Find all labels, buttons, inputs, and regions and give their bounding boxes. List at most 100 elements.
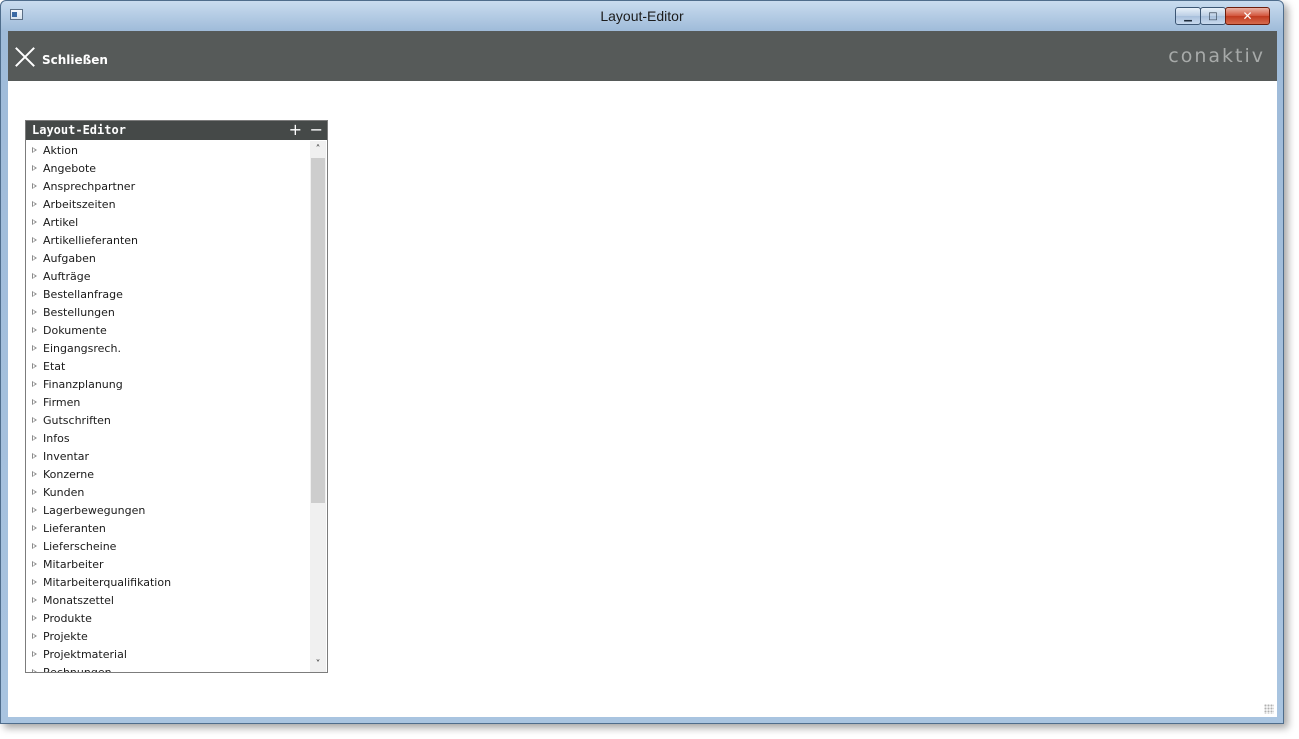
tree-item-label: Konzerne xyxy=(43,467,94,481)
tree-item-label: Gutschriften xyxy=(43,413,111,427)
brand-logo: conaktiv xyxy=(1168,45,1265,67)
tree-item[interactable]: Aufträge xyxy=(27,267,310,285)
triangle-right-icon[interactable] xyxy=(32,219,37,225)
tree-item[interactable]: Aktion xyxy=(27,141,310,159)
triangle-right-icon[interactable] xyxy=(32,147,37,153)
tree-item[interactable]: Finanzplanung xyxy=(27,375,310,393)
tree-item-label: Infos xyxy=(43,431,70,445)
tree-item[interactable]: Inventar xyxy=(27,447,310,465)
close-editor-button[interactable]: Schließen xyxy=(14,43,108,71)
tree-item[interactable]: Bestellanfrage xyxy=(27,285,310,303)
toolbar: Schließen conaktiv xyxy=(8,31,1277,81)
tree-item-label: Aufgaben xyxy=(43,251,96,265)
tree-item[interactable]: Etat xyxy=(27,357,310,375)
window-close-button[interactable]: ✕ xyxy=(1225,7,1270,25)
triangle-right-icon[interactable] xyxy=(32,201,37,207)
tree-item[interactable]: Monatszettel xyxy=(27,591,310,609)
tree-item-label: Projektmaterial xyxy=(43,647,127,661)
minimize-button[interactable]: ▁ xyxy=(1175,7,1201,25)
triangle-right-icon[interactable] xyxy=(32,291,37,297)
scroll-down-button[interactable]: ˅ xyxy=(310,656,326,672)
tree-item[interactable]: Dokumente xyxy=(27,321,310,339)
tree-scrollbar[interactable]: ˄ ˅ xyxy=(310,141,326,672)
chevron-down-icon: ˅ xyxy=(315,658,321,670)
tree-item[interactable]: Ansprechpartner xyxy=(27,177,310,195)
layout-editor-panel: Layout-Editor + − Aktion Angebote Ansprech… xyxy=(25,120,328,673)
triangle-right-icon[interactable] xyxy=(32,471,37,477)
tree-item[interactable]: Kunden xyxy=(27,483,310,501)
window-title: Layout-Editor xyxy=(600,8,684,24)
tree-item-label: Arbeitszeiten xyxy=(43,197,116,211)
tree-item[interactable]: Lieferanten xyxy=(27,519,310,537)
tree-item[interactable]: Mitarbeiterqualifikation xyxy=(27,573,310,591)
triangle-right-icon[interactable] xyxy=(32,669,37,672)
tree-item-label: Lagerbewegungen xyxy=(43,503,146,517)
triangle-right-icon[interactable] xyxy=(32,165,37,171)
triangle-right-icon[interactable] xyxy=(32,615,37,621)
expand-all-button[interactable]: + xyxy=(289,120,302,139)
triangle-right-icon[interactable] xyxy=(32,255,37,261)
tree-item-label: Aktion xyxy=(43,143,78,157)
tree-item[interactable]: Rechnungen xyxy=(27,663,310,672)
tree-item[interactable]: Projekte xyxy=(27,627,310,645)
tree-item-label: Bestellungen xyxy=(43,305,115,319)
tree-item[interactable]: Artikel xyxy=(27,213,310,231)
triangle-right-icon[interactable] xyxy=(32,273,37,279)
triangle-right-icon[interactable] xyxy=(32,579,37,585)
scroll-thumb[interactable] xyxy=(311,158,325,503)
tree-item[interactable]: Angebote xyxy=(27,159,310,177)
tree-item[interactable]: Produkte xyxy=(27,609,310,627)
triangle-right-icon[interactable] xyxy=(32,597,37,603)
tree-item[interactable]: Lieferscheine xyxy=(27,537,310,555)
triangle-right-icon[interactable] xyxy=(32,183,37,189)
triangle-right-icon[interactable] xyxy=(32,489,37,495)
triangle-right-icon[interactable] xyxy=(32,633,37,639)
triangle-right-icon[interactable] xyxy=(32,453,37,459)
tree-item-label: Rechnungen xyxy=(43,665,112,673)
tree-item[interactable]: Firmen xyxy=(27,393,310,411)
tree-item[interactable]: Gutschriften xyxy=(27,411,310,429)
maximize-button[interactable]: □ xyxy=(1200,7,1226,25)
triangle-right-icon[interactable] xyxy=(32,543,37,549)
tree-item[interactable]: Lagerbewegungen xyxy=(27,501,310,519)
close-x-icon xyxy=(14,46,36,68)
scroll-up-button[interactable]: ˄ xyxy=(310,141,326,157)
minimize-icon: ▁ xyxy=(1184,10,1192,22)
tree-item[interactable]: Artikellieferanten xyxy=(27,231,310,249)
triangle-right-icon[interactable] xyxy=(32,525,37,531)
tree-item-label: Finanzplanung xyxy=(43,377,123,391)
triangle-right-icon[interactable] xyxy=(32,327,37,333)
tree-item[interactable]: Aufgaben xyxy=(27,249,310,267)
title-bar[interactable]: Layout-Editor ▁ □ ✕ xyxy=(1,1,1283,31)
entity-tree[interactable]: Aktion Angebote Ansprechpartner Arbeitszeit… xyxy=(27,141,310,672)
tree-item-label: Kunden xyxy=(43,485,85,499)
triangle-right-icon[interactable] xyxy=(32,417,37,423)
tree-item-label: Lieferanten xyxy=(43,521,106,535)
tree-item-label: Produkte xyxy=(43,611,92,625)
tree-item[interactable]: Mitarbeiter xyxy=(27,555,310,573)
panel-title: Layout-Editor xyxy=(32,123,126,137)
triangle-right-icon[interactable] xyxy=(32,435,37,441)
triangle-right-icon[interactable] xyxy=(32,381,37,387)
triangle-right-icon[interactable] xyxy=(32,309,37,315)
tree-item[interactable]: Infos xyxy=(27,429,310,447)
triangle-right-icon[interactable] xyxy=(32,363,37,369)
triangle-right-icon[interactable] xyxy=(32,237,37,243)
triangle-right-icon[interactable] xyxy=(32,399,37,405)
triangle-right-icon[interactable] xyxy=(32,507,37,513)
maximize-icon: □ xyxy=(1208,10,1218,22)
tree-item[interactable]: Eingangsrech. xyxy=(27,339,310,357)
resize-grip[interactable] xyxy=(1264,704,1274,714)
collapse-all-button[interactable]: − xyxy=(310,120,323,139)
tree-item[interactable]: Projektmaterial xyxy=(27,645,310,663)
triangle-right-icon[interactable] xyxy=(32,345,37,351)
tree-item-label: Artikel xyxy=(43,215,79,229)
tree-item[interactable]: Konzerne xyxy=(27,465,310,483)
triangle-right-icon[interactable] xyxy=(32,561,37,567)
tree-item[interactable]: Bestellungen xyxy=(27,303,310,321)
triangle-right-icon[interactable] xyxy=(32,651,37,657)
tree-item-label: Inventar xyxy=(43,449,90,463)
panel-header: Layout-Editor + − xyxy=(26,120,327,140)
tree-item[interactable]: Arbeitszeiten xyxy=(27,195,310,213)
tree-item-label: Mitarbeiter xyxy=(43,557,104,571)
